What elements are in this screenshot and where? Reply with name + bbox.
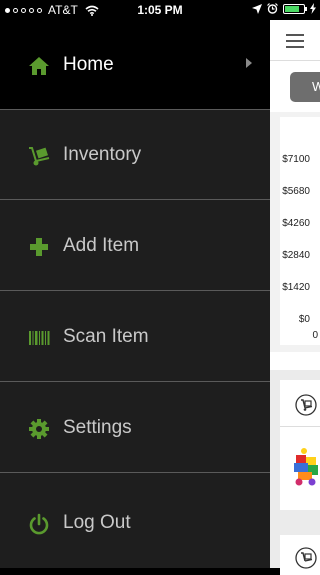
- menu-item-label: Scan Item: [63, 326, 149, 347]
- battery-level: [285, 5, 300, 12]
- sales-chart-card: $7100 $5680 $4260 $2840 $1420 $0 0: [280, 117, 320, 345]
- menu-item-label: Inventory: [63, 144, 142, 165]
- y-tick-label: $7100: [282, 154, 310, 165]
- chevron-right-icon: [246, 58, 252, 68]
- y-tick-label: $0: [298, 314, 310, 325]
- side-menu: Home Inventory Add Item Scan Item Settin…: [0, 20, 270, 568]
- menu-item-settings[interactable]: Settings: [0, 383, 270, 473]
- hand-truck-icon: [295, 394, 317, 416]
- menu-item-label: Home: [63, 54, 114, 75]
- y-tick-label: $1420: [282, 282, 310, 293]
- menu-item-label: Settings: [63, 417, 132, 438]
- plus-icon: [30, 238, 48, 256]
- alarm-icon: [267, 3, 278, 14]
- y-tick-label: $5680: [282, 186, 310, 197]
- y-tick-label: $4260: [282, 218, 310, 229]
- battery-icon: [283, 3, 307, 14]
- inventory-card[interactable]: [280, 380, 320, 510]
- status-bar: AT&T 1:05 PM: [0, 0, 320, 20]
- charging-bolt-icon: [310, 3, 316, 14]
- location-arrow-icon: [252, 3, 262, 14]
- segment-label: W: [312, 79, 320, 94]
- menu-item-label: Add Item: [63, 235, 140, 256]
- home-icon: [29, 57, 49, 75]
- menu-item-inventory[interactable]: Inventory: [0, 110, 270, 200]
- inventory-card[interactable]: [280, 535, 320, 575]
- menu-item-add-item[interactable]: Add Item: [0, 201, 270, 291]
- menu-item-home[interactable]: Home: [0, 20, 270, 110]
- inventory-list-area: [270, 370, 320, 575]
- menu-item-label: Log Out: [63, 512, 131, 533]
- topbar-divider: [270, 60, 320, 61]
- hand-truck-icon: [29, 147, 50, 166]
- hamburger-menu-icon[interactable]: [286, 34, 304, 48]
- x-tick-label: 0: [312, 330, 318, 341]
- barcode-icon: [29, 331, 50, 345]
- card-divider: [280, 426, 320, 427]
- chart-card-area: $7100 $5680 $4260 $2840 $1420 $0 0: [270, 112, 320, 352]
- status-right: [252, 3, 316, 14]
- menu-item-scan-item[interactable]: Scan Item: [0, 292, 270, 382]
- toy-product-image: [294, 448, 318, 486]
- main-content-peek: W $7100 $5680 $4260 $2840 $1420 $0 0: [270, 20, 320, 575]
- gear-icon: [29, 419, 49, 439]
- segment-control[interactable]: W: [290, 72, 320, 102]
- y-tick-label: $2840: [282, 250, 310, 261]
- menu-item-log-out[interactable]: Log Out: [0, 474, 270, 568]
- hand-truck-icon: [295, 547, 317, 569]
- power-icon: [29, 513, 49, 535]
